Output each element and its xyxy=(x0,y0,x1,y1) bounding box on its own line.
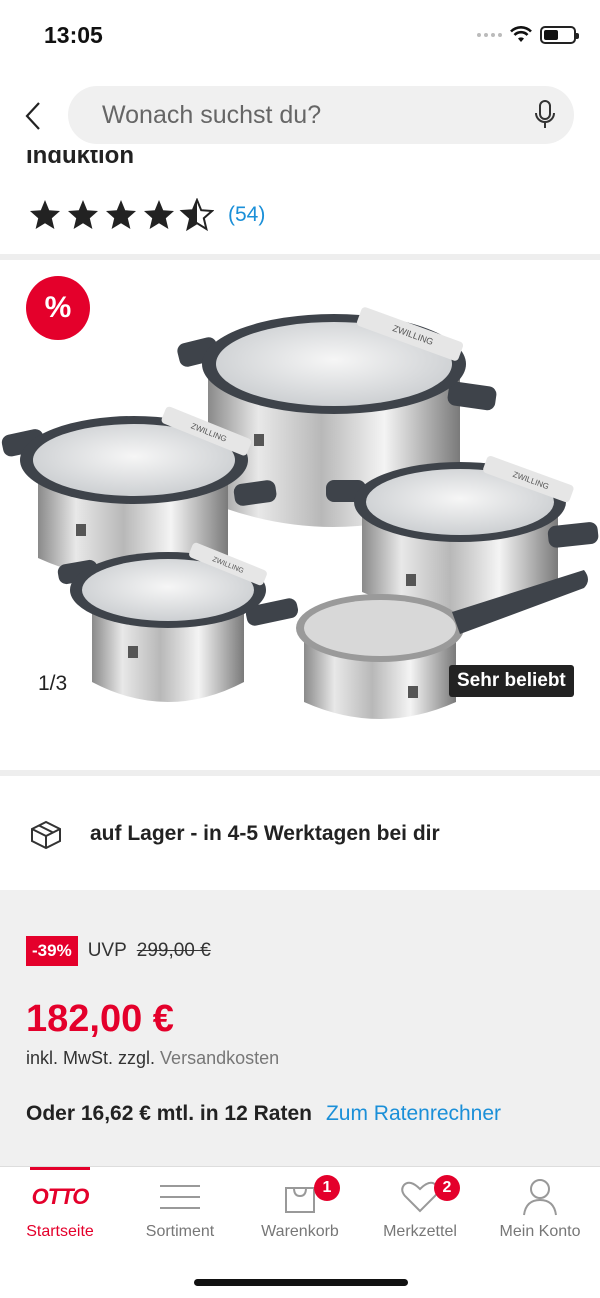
tax-prefix: inkl. MwSt. zzgl. xyxy=(26,1048,156,1068)
search-header: Wonach suchst du? xyxy=(0,86,600,146)
tab-warenkorb[interactable]: 1 Warenkorb xyxy=(240,1167,360,1257)
installment-text: Oder 16,62 € mtl. in 12 Raten xyxy=(26,1102,312,1125)
sale-badge: % xyxy=(26,276,90,340)
cart-count-badge: 1 xyxy=(314,1175,340,1201)
uvp-label: UVP xyxy=(87,940,127,961)
tab-merkzettel[interactable]: 2 Merkzettel xyxy=(360,1167,480,1257)
package-icon xyxy=(31,820,61,850)
shipping-costs-link[interactable]: Versandkosten xyxy=(160,1048,279,1068)
user-icon xyxy=(520,1179,560,1216)
product-title: Induktion xyxy=(26,150,586,178)
rating-count[interactable]: (54) xyxy=(228,203,265,227)
delivery-text: auf Lager - in 4-5 Werktagen bei dir xyxy=(90,822,440,845)
tab-mein-konto[interactable]: Mein Konto xyxy=(480,1167,600,1257)
tab-sortiment[interactable]: Sortiment xyxy=(120,1167,240,1257)
product-title-text: Induktion xyxy=(26,150,134,169)
current-price: 182,00 € xyxy=(26,998,174,1040)
installment-row: Oder 16,62 € mtl. in 12 Raten Zum Ratenr… xyxy=(26,1102,501,1126)
wishlist-count-badge: 2 xyxy=(434,1175,460,1201)
price-section: -39% UVP 299,00 € 182,00 € inkl. MwSt. z… xyxy=(0,890,600,1166)
tab-label: Startseite xyxy=(26,1223,94,1240)
otto-logo: OTTO xyxy=(20,1179,100,1215)
rating[interactable]: (54) xyxy=(28,198,265,232)
battery-icon xyxy=(540,26,579,44)
wifi-icon xyxy=(510,26,532,42)
tab-label: Merkzettel xyxy=(383,1223,457,1240)
tab-label: Warenkorb xyxy=(261,1223,339,1240)
gallery-pager: 1/3 xyxy=(38,672,68,695)
search-input[interactable]: Wonach suchst du? xyxy=(68,86,574,144)
otto-logo-text: OTTO xyxy=(31,1184,90,1209)
status-time: 13:05 xyxy=(44,22,103,48)
microphone-icon[interactable] xyxy=(534,99,556,131)
installment-calculator-link[interactable]: Zum Ratenrechner xyxy=(326,1102,501,1126)
tax-line: inkl. MwSt. zzgl. Versandkosten xyxy=(26,1048,279,1069)
search-placeholder: Wonach suchst du? xyxy=(102,100,322,129)
discount-row: -39% UVP 299,00 € xyxy=(26,936,211,966)
tab-label: Sortiment xyxy=(145,1223,215,1240)
delivery-info: auf Lager - in 4-5 Werktagen bei dir xyxy=(0,776,600,890)
signal-icon xyxy=(477,33,502,37)
back-button[interactable] xyxy=(18,96,48,136)
uvp-price: 299,00 € xyxy=(136,940,211,961)
star-rating-icon xyxy=(30,199,213,230)
bottom-tab-bar: OTTO Startseite Sortiment 1 Warenkorb 2 … xyxy=(0,1166,600,1298)
home-indicator xyxy=(194,1279,408,1286)
section-divider xyxy=(0,254,600,260)
tab-label: Mein Konto xyxy=(499,1223,581,1240)
product-gallery[interactable]: ZWILLING ZWILLING ZWILLING ZWILLING % 1/… xyxy=(0,262,600,770)
status-icons xyxy=(477,26,579,44)
tab-startseite[interactable]: OTTO Startseite xyxy=(0,1167,120,1257)
chevron-left-icon xyxy=(25,102,40,130)
small-pot: ZWILLING xyxy=(57,542,299,702)
active-tab-indicator xyxy=(30,1167,90,1170)
popular-tag: Sehr beliebt xyxy=(449,665,574,697)
discount-badge: -39% xyxy=(26,936,78,966)
status-bar: 13:05 xyxy=(0,0,600,70)
menu-icon xyxy=(160,1179,200,1215)
